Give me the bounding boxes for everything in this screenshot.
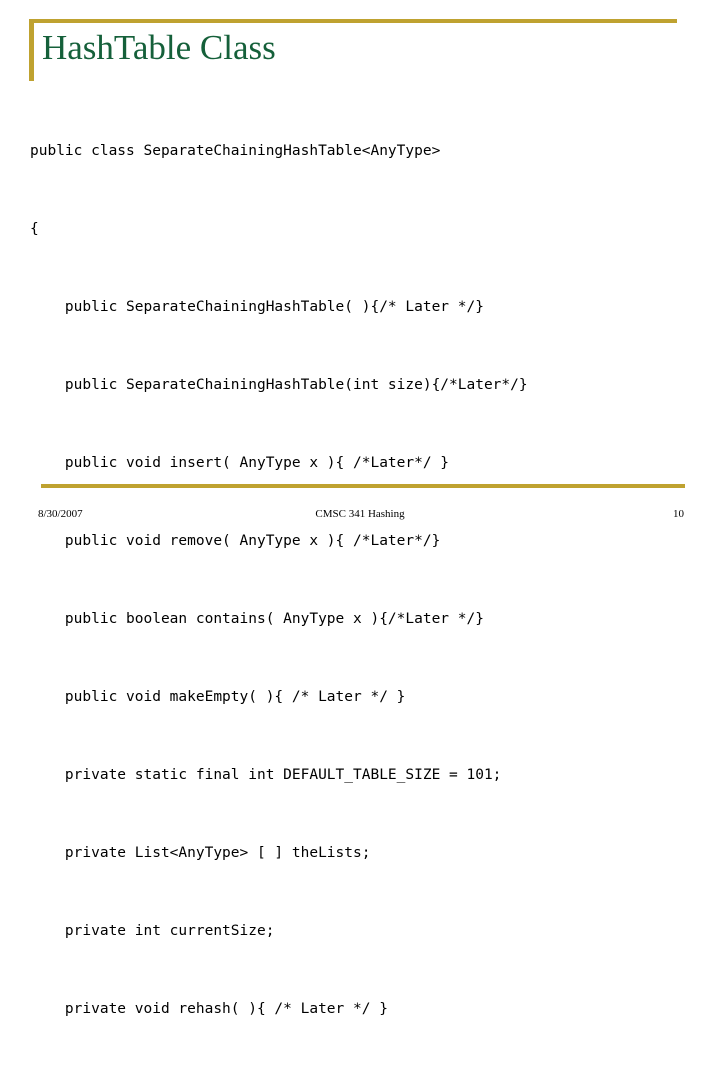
gold-bottom-rule bbox=[41, 484, 685, 488]
code-line: public class SeparateChainingHashTable<A… bbox=[30, 143, 441, 159]
page-title: HashTable Class bbox=[42, 28, 276, 67]
slide-footer: 8/30/2007 CMSC 341 Hashing 10 bbox=[0, 508, 720, 528]
gold-left-rule bbox=[29, 19, 34, 81]
code-line: { bbox=[30, 221, 39, 237]
slide: HashTable Class public class SeparateCha… bbox=[0, 0, 720, 1080]
code-line: public SeparateChainingHashTable(int siz… bbox=[30, 377, 528, 393]
code-line: public SeparateChainingHashTable( ){/* L… bbox=[30, 299, 484, 315]
code-line: private void rehash( ){ /* Later */ } bbox=[30, 1001, 388, 1017]
gold-top-rule bbox=[29, 19, 677, 23]
code-line: public void insert( AnyType x ){ /*Later… bbox=[30, 455, 450, 471]
footer-page-number: 10 bbox=[673, 508, 684, 520]
code-block: public class SeparateChainingHashTable<A… bbox=[30, 86, 700, 1080]
code-line: private int myhash( AnyType x ){ /* Late… bbox=[30, 1074, 700, 1080]
footer-course-title: CMSC 341 Hashing bbox=[315, 508, 405, 520]
code-line: private static final int DEFAULT_TABLE_S… bbox=[30, 767, 502, 783]
code-line: public void makeEmpty( ){ /* Later */ } bbox=[30, 689, 406, 705]
code-line: private int currentSize; bbox=[30, 923, 275, 939]
code-line: public boolean contains( AnyType x ){/*L… bbox=[30, 611, 484, 627]
code-line: public void remove( AnyType x ){ /*Later… bbox=[30, 533, 441, 549]
code-line: private List<AnyType> [ ] theLists; bbox=[30, 845, 371, 861]
